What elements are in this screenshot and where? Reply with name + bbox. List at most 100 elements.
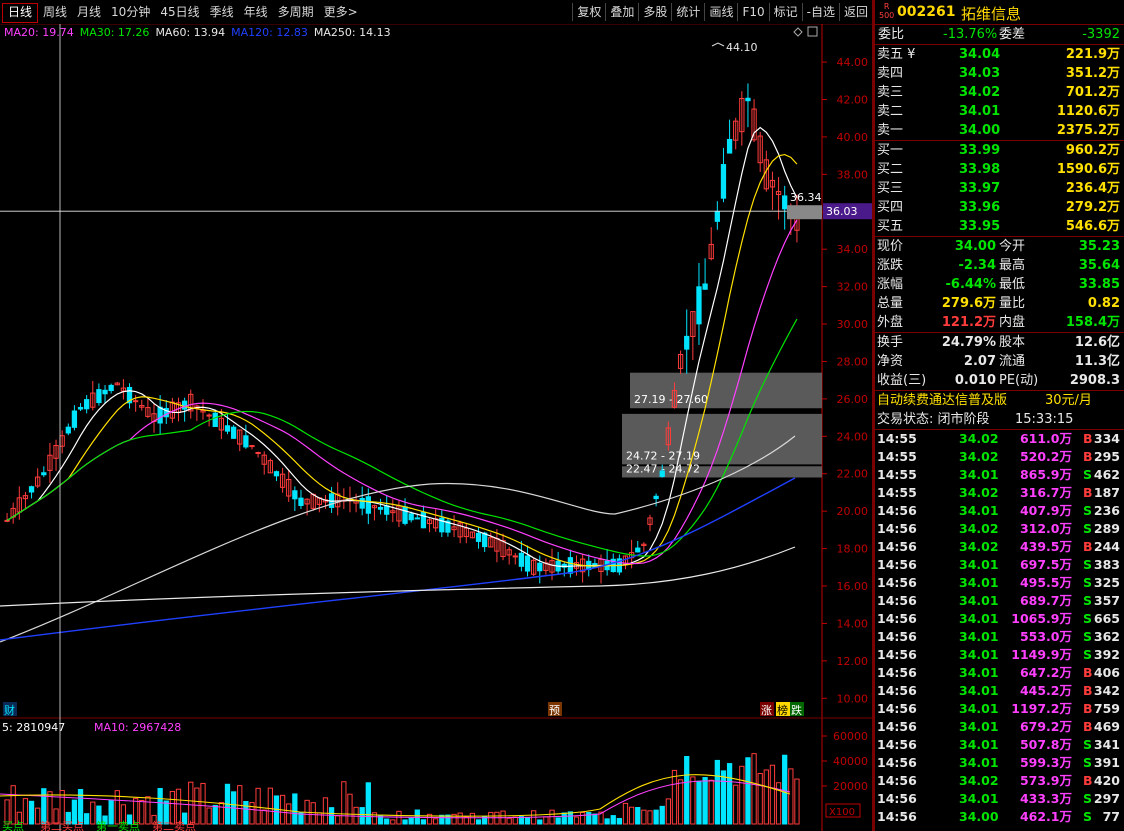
- trade-side: S: [1083, 647, 1093, 662]
- trade-row[interactable]: 14:56 34.01 495.5万 S 325: [875, 574, 1124, 592]
- trade-row[interactable]: 14:56 34.01 553.0万 S 362: [875, 628, 1124, 646]
- asks-row[interactable]: 卖一 34.00 2375.2万: [875, 121, 1124, 140]
- period-tab-0[interactable]: 日线: [2, 3, 39, 23]
- trade-volume: 647.2万: [1019, 665, 1072, 680]
- trade-row[interactable]: 14:56 34.01 1197.2万 B 759: [875, 700, 1124, 718]
- kline-chart[interactable]: 44.0042.0040.0038.0036.0034.0032.0030.00…: [0, 24, 872, 831]
- candle-body: [537, 562, 543, 572]
- bids-row[interactable]: 买五 33.95 546.6万: [875, 217, 1124, 236]
- toolbar-button-8[interactable]: 返回: [838, 3, 872, 21]
- period-tab-1[interactable]: 周线: [38, 3, 72, 21]
- trade-row[interactable]: 14:56 34.02 573.9万 B 420: [875, 772, 1124, 790]
- trade-price: 34.01: [959, 575, 999, 590]
- trade-price: 34.01: [959, 593, 999, 608]
- bids-volume: 236.4万: [1065, 181, 1120, 196]
- trade-side: S: [1083, 737, 1093, 752]
- asks-row[interactable]: 卖四 34.03 351.2万: [875, 64, 1124, 83]
- bids-label: 买一: [877, 143, 904, 158]
- period-tab-6[interactable]: 年线: [239, 3, 273, 21]
- bids-volume: 546.6万: [1065, 219, 1120, 234]
- high-marker: [711, 42, 725, 47]
- period-tab-4[interactable]: 45日线: [155, 3, 204, 21]
- trade-count: 334: [1093, 431, 1120, 446]
- candle-body: [365, 496, 371, 514]
- trade-row[interactable]: 14:55 34.02 520.2万 B 295: [875, 448, 1124, 466]
- trade-row[interactable]: 14:56 34.01 507.8万 S 341: [875, 736, 1124, 754]
- candle-body: [230, 426, 237, 439]
- trade-row[interactable]: 14:56 34.01 647.2万 B 406: [875, 664, 1124, 682]
- trade-row[interactable]: 14:56 34.02 439.5万 B 244: [875, 538, 1124, 556]
- trade-row[interactable]: 14:56 34.01 679.2万 B 469: [875, 718, 1124, 736]
- trade-row[interactable]: 14:56 34.01 1065.9万 S 665: [875, 610, 1124, 628]
- ad-banner[interactable]: 自动续费通达信普及版 30元/月: [875, 390, 1124, 410]
- trade-volume: 1065.9万: [1011, 611, 1072, 626]
- bids-volume: 279.2万: [1065, 200, 1120, 215]
- signal-mark: 买点: [2, 820, 24, 831]
- bids-row[interactable]: 买二 33.98 1590.6万: [875, 160, 1124, 179]
- period-tab-7[interactable]: 多周期: [273, 3, 319, 21]
- toolbar-button-2[interactable]: 多股: [638, 3, 671, 21]
- trade-time: 14:56: [877, 791, 917, 806]
- stock-code[interactable]: 002261: [897, 4, 955, 20]
- trade-time: 14:56: [877, 539, 917, 554]
- bids-row[interactable]: 买一 33.99 960.2万: [875, 141, 1124, 160]
- price-tick-label: 24.00: [837, 430, 869, 443]
- volume-legend-item: 5: 2810947: [2, 721, 65, 734]
- candle-body: [475, 532, 482, 542]
- trade-price: 34.01: [959, 701, 999, 716]
- toolbar-button-4[interactable]: 画线: [704, 3, 737, 21]
- trade-side: B: [1083, 449, 1093, 464]
- trade-row[interactable]: 14:56 34.01 599.3万 S 391: [875, 754, 1124, 772]
- candle-body: [384, 505, 390, 515]
- trade-time: 14:56: [877, 593, 917, 608]
- trade-row[interactable]: 14:56 34.02 312.0万 S 289: [875, 520, 1124, 538]
- asks-row[interactable]: 卖五 ¥ 34.04 221.9万: [875, 45, 1124, 64]
- trade-row[interactable]: 14:55 34.01 865.9万 S 462: [875, 466, 1124, 484]
- trade-count: 325: [1093, 575, 1120, 590]
- candle-body: [359, 497, 365, 509]
- trade-row[interactable]: 14:55 34.02 611.0万 B 334: [875, 430, 1124, 448]
- toolbar-button-3[interactable]: 统计: [671, 3, 704, 21]
- toolbar-button-1[interactable]: 叠加: [605, 3, 638, 21]
- period-tab-5[interactable]: 季线: [205, 3, 239, 21]
- high-price-label: 44.10: [726, 41, 758, 54]
- period-tab-8[interactable]: 更多>: [319, 3, 363, 21]
- toolbar-button-5[interactable]: F10: [737, 3, 768, 21]
- bids-price: 33.98: [959, 162, 1001, 177]
- ask-book: 卖五 ¥ 34.04 221.9万 卖四 34.03 351.2万 卖三 34.02 701.2…: [875, 45, 1124, 141]
- asks-row[interactable]: 卖二 34.01 1120.6万: [875, 102, 1124, 121]
- trade-row[interactable]: 14:56 34.01 407.9万 S 236: [875, 502, 1124, 520]
- trade-count: 295: [1093, 449, 1120, 464]
- trade-row[interactable]: 14:55 34.02 316.7万 B 187: [875, 484, 1124, 502]
- ad-price[interactable]: 30元/月: [1045, 391, 1092, 410]
- share-stat-row: 净资 2.07 流通 11.3亿: [875, 352, 1124, 371]
- toolbar-button-0[interactable]: 复权: [572, 3, 605, 21]
- trade-row[interactable]: 14:56 34.01 433.3万 S 297: [875, 790, 1124, 808]
- trade-row[interactable]: 14:56 34.01 445.2万 B 342: [875, 682, 1124, 700]
- trade-row[interactable]: 14:56 34.01 689.7万 S 357: [875, 592, 1124, 610]
- asks-row[interactable]: 卖三 34.02 701.2万: [875, 83, 1124, 102]
- volume-bar: [726, 763, 733, 825]
- stock-header: R 500 002261 拓维信息: [875, 0, 1124, 25]
- trade-count: 341: [1093, 737, 1120, 752]
- price-tick-label: 22.00: [837, 468, 869, 481]
- toolbar-button-6[interactable]: 标记: [768, 3, 802, 21]
- stock-name[interactable]: 拓维信息: [961, 3, 1021, 24]
- trade-row[interactable]: 14:56 34.00 462.1万 S 77: [875, 808, 1124, 826]
- period-tab-3[interactable]: 10分钟: [106, 3, 155, 21]
- candles: [4, 83, 800, 584]
- stat-value: 121.2万: [941, 315, 996, 330]
- period-tab-2[interactable]: 月线: [72, 3, 106, 21]
- bids-row[interactable]: 买三 33.97 236.4万: [875, 179, 1124, 198]
- trade-row[interactable]: 14:56 34.01 697.5万 S 383: [875, 556, 1124, 574]
- trade-row[interactable]: 14:56 34.01 1149.9万 S 392: [875, 646, 1124, 664]
- candle-body: [408, 513, 414, 521]
- stat-row: 涨幅 -6.44% 最低 33.85: [875, 275, 1124, 294]
- bids-row[interactable]: 买四 33.96 279.2万: [875, 198, 1124, 217]
- tick-trades[interactable]: 14:55 34.02 611.0万 B 334 14:55 34.02 520.2万 B 295…: [875, 430, 1124, 826]
- toolbar-button-7[interactable]: -自选: [801, 3, 839, 21]
- trade-count: 391: [1093, 755, 1120, 770]
- bids-volume: 1590.6万: [1056, 162, 1120, 177]
- candle-body: [482, 532, 488, 548]
- ad-text[interactable]: 自动续费通达信普及版: [877, 391, 1007, 410]
